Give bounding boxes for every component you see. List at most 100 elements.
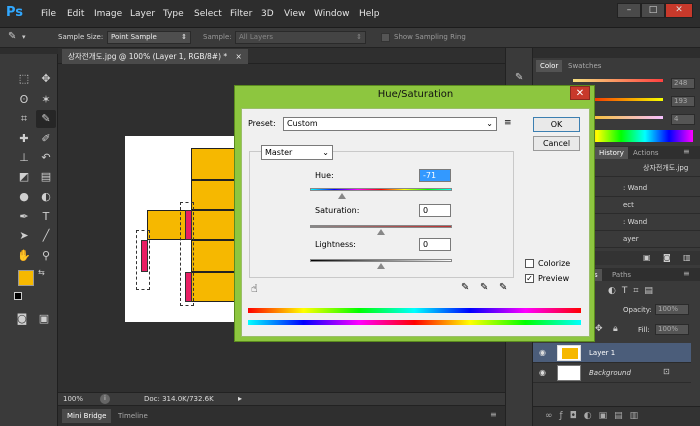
hue-input[interactable]: -71 (419, 169, 451, 182)
maximize-button[interactable]: □ (641, 3, 665, 18)
menu-image[interactable]: Image (94, 9, 122, 19)
blue-value[interactable]: 4 (671, 114, 695, 125)
sample-select[interactable]: All Layers ⇕ (235, 31, 366, 44)
eye-icon[interactable]: ◉ (539, 368, 546, 377)
lock-icon[interactable]: 🔒︎ (613, 324, 618, 334)
zoom-tool-icon[interactable]: ⚲ (36, 247, 56, 265)
menu-select[interactable]: Select (194, 9, 222, 19)
crop-tool-icon[interactable]: ⌗ (14, 110, 34, 128)
line-tool-icon[interactable]: ╱ (36, 227, 56, 245)
sample-size-select[interactable]: Point Sample ⇕ (107, 31, 191, 44)
dodge-tool-icon[interactable]: ◐ (36, 188, 56, 206)
tab-mini-bridge[interactable]: Mini Bridge (62, 409, 112, 423)
menu-filter[interactable]: Filter (230, 9, 252, 19)
menu-file[interactable]: File (41, 9, 56, 19)
layer-actions-icons[interactable]: ∞ƒ◘◐▣▤▥ (545, 411, 645, 421)
fill-input[interactable]: 100% (655, 324, 689, 335)
trash-icon[interactable]: ▥ (683, 253, 691, 262)
menu-window[interactable]: Window (314, 9, 350, 19)
move-tool-icon[interactable]: ✥ (36, 70, 56, 88)
close-tab-icon[interactable]: × (236, 52, 242, 61)
color-panel-icon[interactable]: ✎ (515, 72, 523, 83)
eyedropper-minus-icon[interactable]: ✎ (499, 282, 507, 293)
panel-menu-icon[interactable]: ≡ (683, 269, 690, 278)
close-window-button[interactable]: ✕ (665, 3, 693, 18)
blur-tool-icon[interactable]: ● (14, 188, 34, 206)
history-item[interactable]: ect (583, 197, 700, 214)
default-colors-icon[interactable] (14, 292, 22, 300)
layer-row-background[interactable]: ◉ Background ⊡ (533, 363, 691, 383)
tab-color[interactable]: Color (536, 60, 563, 72)
hand-tool-icon[interactable]: ✋ (14, 247, 34, 265)
swap-colors-icon[interactable]: ⇆ (38, 268, 45, 277)
green-value[interactable]: 193 (671, 96, 695, 107)
layer-row-layer-1[interactable]: ◉ Layer 1 (533, 343, 691, 363)
history-item[interactable]: : Wand (583, 180, 700, 197)
dialog-close-button[interactable]: ✕ (570, 86, 590, 100)
history-brush-tool-icon[interactable]: ↶ (36, 149, 56, 167)
ok-button[interactable]: OK (533, 117, 580, 132)
preview-checkbox[interactable]: ✓ (525, 274, 534, 283)
hue-slider[interactable] (310, 188, 452, 191)
tab-actions[interactable]: Actions (629, 147, 663, 159)
tab-paths[interactable]: Paths (608, 269, 635, 281)
eyedropper-tool-icon[interactable]: ✎ (36, 110, 56, 128)
cancel-button[interactable]: Cancel (533, 136, 580, 151)
layer-name[interactable]: Layer 1 (589, 349, 615, 357)
panel-menu-icon[interactable]: ≡ (490, 410, 497, 419)
lightness-slider-thumb[interactable] (377, 263, 385, 269)
eye-icon[interactable]: ◉ (539, 348, 546, 357)
targeted-adjustment-hand-icon[interactable]: ☝ (251, 282, 258, 295)
new-document-icon[interactable]: ▣ (643, 253, 651, 262)
lightness-input[interactable]: 0 (419, 238, 451, 251)
status-menu-arrow-icon[interactable]: ▸ (238, 394, 242, 403)
screen-mode-icon[interactable]: ▣ (34, 310, 54, 328)
preset-options-icon[interactable]: ≡ (504, 118, 512, 128)
opacity-input[interactable]: 100% (655, 304, 689, 315)
panel-menu-icon[interactable]: ≡ (683, 147, 690, 156)
layer-filter-icons[interactable]: ◐T⌗▤ (608, 286, 659, 296)
history-snapshot[interactable]: 상자전개도.jpg (583, 160, 700, 177)
history-item[interactable]: : Wand (583, 214, 700, 231)
gradient-tool-icon[interactable]: ▤ (36, 168, 56, 186)
red-slider[interactable] (573, 79, 663, 82)
quick-mask-icon[interactable]: ◙ (12, 310, 32, 328)
saturation-slider[interactable] (310, 225, 452, 228)
marquee-tool-icon[interactable]: ⬚ (14, 70, 34, 88)
info-icon[interactable]: i (100, 394, 110, 404)
path-selection-tool-icon[interactable]: ➤ (14, 227, 34, 245)
magic-wand-tool-icon[interactable]: ✶ (36, 91, 56, 109)
clone-stamp-tool-icon[interactable]: ⊥ (14, 149, 34, 167)
colorize-checkbox[interactable] (525, 259, 534, 268)
saturation-input[interactable]: 0 (419, 204, 451, 217)
tab-timeline[interactable]: Timeline (113, 409, 153, 423)
eraser-tool-icon[interactable]: ◩ (14, 168, 34, 186)
snapshot-icon[interactable]: ◙ (663, 253, 671, 262)
menu-type[interactable]: Type (163, 9, 184, 19)
show-sampling-ring-checkbox[interactable] (381, 33, 390, 42)
saturation-slider-thumb[interactable] (377, 229, 385, 235)
foreground-color-swatch[interactable] (18, 270, 34, 286)
menu-edit[interactable]: Edit (67, 9, 84, 19)
eyedropper-tool-preset-icon[interactable]: ✎ (8, 31, 22, 45)
menu-3d[interactable]: 3D (261, 9, 274, 19)
tab-history[interactable]: History (595, 147, 628, 159)
type-tool-icon[interactable]: T (36, 208, 56, 226)
layer-name[interactable]: Background (589, 369, 631, 377)
lock-position-icon[interactable]: ✥ (595, 324, 603, 334)
zoom-level[interactable]: 100% (63, 395, 83, 403)
lasso-tool-icon[interactable]: ʘ (14, 91, 34, 109)
brush-tool-icon[interactable]: ✐ (36, 130, 56, 148)
healing-brush-tool-icon[interactable]: ✚ (14, 130, 34, 148)
preset-select[interactable]: Custom ⌄ (283, 117, 497, 131)
hue-slider-thumb[interactable] (338, 193, 346, 199)
channel-select[interactable]: Master ⌄ (261, 145, 333, 160)
minimize-button[interactable]: – (617, 3, 641, 18)
menu-layer[interactable]: Layer (130, 9, 155, 19)
history-item[interactable]: ayer (583, 231, 700, 248)
document-tab[interactable]: 상자전개도.jpg @ 100% (Layer 1, RGB/8#) * × (62, 49, 248, 64)
pen-tool-icon[interactable]: ✒ (14, 208, 34, 226)
chevron-down-icon[interactable]: ▾ (22, 33, 26, 41)
menu-help[interactable]: Help (359, 9, 380, 19)
lightness-slider[interactable] (310, 259, 452, 262)
